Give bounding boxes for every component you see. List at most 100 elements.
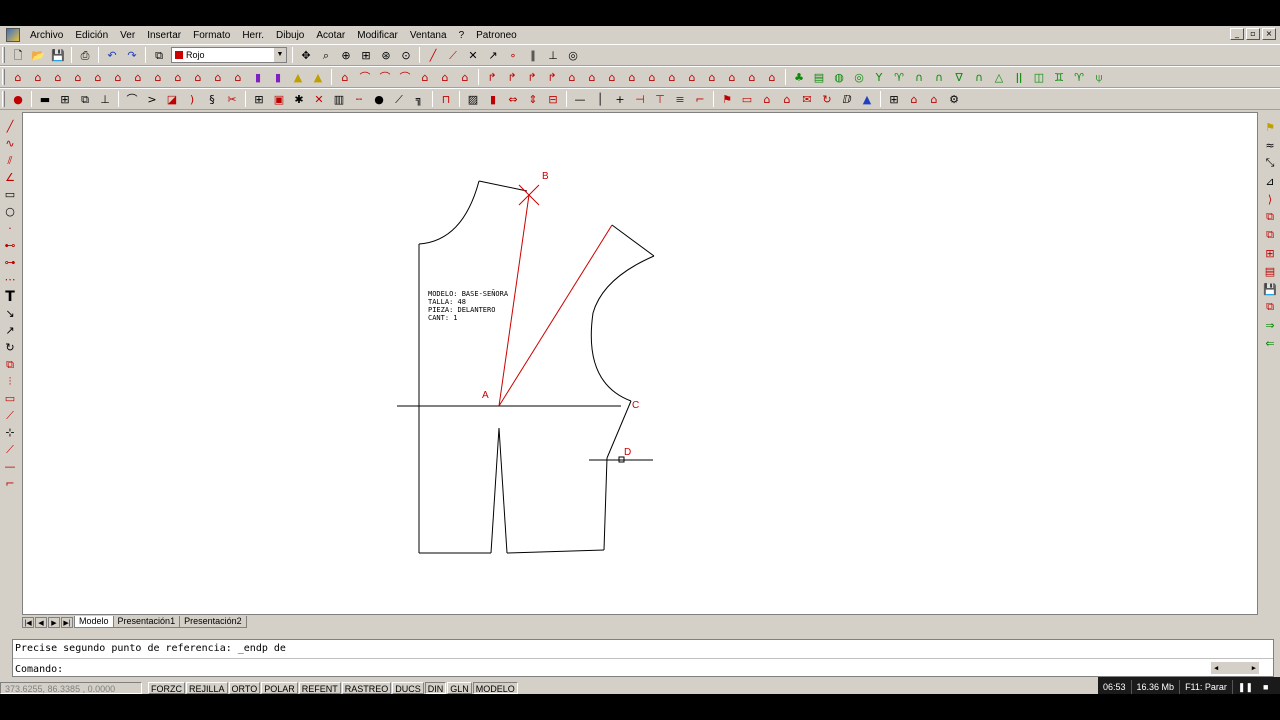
upload-icon[interactable]: ▲	[858, 90, 876, 108]
stretch-icon[interactable]: ⟋	[1, 407, 19, 424]
minus-icon[interactable]: —	[571, 90, 589, 108]
garment-tool-11-icon[interactable]: △	[990, 68, 1008, 86]
toggle-gln[interactable]: GLN	[447, 681, 472, 694]
right-tool-5-icon[interactable]: ⟩	[1261, 190, 1279, 208]
dim-icon[interactable]: ≡	[671, 90, 689, 108]
pattern-tool-6-icon[interactable]: ⌂	[109, 68, 127, 86]
toolbar-grip[interactable]	[2, 91, 5, 107]
pattern-tool-34-icon[interactable]: ⌂	[683, 68, 701, 86]
toolbar-grip[interactable]	[2, 47, 5, 63]
xline-tool-icon[interactable]: ⟋	[444, 46, 462, 64]
break-line-icon[interactable]: —	[1, 458, 19, 475]
pattern-tool-31-icon[interactable]: ⌂	[623, 68, 641, 86]
menu-herr[interactable]: Herr.	[236, 30, 270, 41]
menu-patroneo[interactable]: Patroneo	[470, 30, 523, 41]
pattern-tool-8-icon[interactable]: ⌂	[149, 68, 167, 86]
pattern-tool-1-icon[interactable]: ⌂	[9, 68, 27, 86]
ray-tool-icon[interactable]: ↗	[484, 46, 502, 64]
tab-presentacion1[interactable]: Presentación1	[112, 616, 181, 628]
menu-insertar[interactable]: Insertar	[141, 30, 187, 41]
open-file-icon[interactable]: 📂	[29, 46, 47, 64]
command-scrollbar[interactable]: ◀ ▶	[1211, 662, 1259, 674]
pattern-tool-37-icon[interactable]: ⌂	[743, 68, 761, 86]
frame-icon[interactable]: ▭	[738, 90, 756, 108]
menu-ventana[interactable]: Ventana	[404, 30, 453, 41]
box-diag-icon[interactable]: ◪	[163, 90, 181, 108]
close-button[interactable]: ×	[1262, 28, 1276, 40]
pan-icon[interactable]: ✥	[297, 46, 315, 64]
tab-next-button[interactable]: ▶	[48, 616, 60, 628]
grid-icon[interactable]: ⊞	[56, 90, 74, 108]
mirror-icon[interactable]: ⫶	[1, 373, 19, 390]
pattern-tool-35-icon[interactable]: ⌂	[703, 68, 721, 86]
rect-icon[interactable]: ▣	[270, 90, 288, 108]
table-icon[interactable]: ⊞	[250, 90, 268, 108]
tab-prev-button[interactable]: ◀	[35, 616, 47, 628]
bend-icon[interactable]: ↻	[818, 90, 836, 108]
pattern-tool-29-icon[interactable]: ⌂	[583, 68, 601, 86]
measure-line-icon[interactable]: ⊶	[1, 254, 19, 271]
pattern-tool-18-icon[interactable]: ⌒	[356, 68, 374, 86]
pattern-tool-12-icon[interactable]: ⌂	[229, 68, 247, 86]
swap-icon[interactable]: ⇔	[504, 90, 522, 108]
pattern-tool-14-icon[interactable]: ▮	[269, 68, 287, 86]
envelope-icon[interactable]: ✉	[798, 90, 816, 108]
new-file-icon[interactable]: 🗋	[9, 46, 27, 64]
hatch-icon[interactable]: ▥	[330, 90, 348, 108]
menu-dibujo[interactable]: Dibujo	[270, 30, 310, 41]
line-tool-icon[interactable]: ╱	[424, 46, 442, 64]
menu-edicion[interactable]: Edición	[69, 30, 114, 41]
menu-formato[interactable]: Formato	[187, 30, 236, 41]
pattern-tool-32-icon[interactable]: ⌂	[643, 68, 661, 86]
tag2-icon[interactable]: ⌂	[925, 90, 943, 108]
pattern-tool-15-icon[interactable]: ▲	[289, 68, 307, 86]
hline-icon[interactable]: ▬	[36, 90, 54, 108]
right-tool-8-icon[interactable]: ⊞	[1261, 244, 1279, 262]
right-tool-7-icon[interactable]: ⧉	[1261, 226, 1279, 244]
app-icon[interactable]	[6, 28, 20, 42]
tee-icon[interactable]: ⊥	[96, 90, 114, 108]
hatch-line-icon[interactable]: ⋯	[1, 271, 19, 288]
toggle-refent[interactable]: REFENT	[298, 681, 341, 694]
zoom-all-icon[interactable]: ⊛	[377, 46, 395, 64]
settings-box-icon[interactable]: ⚙	[945, 90, 963, 108]
pattern-tool-19-icon[interactable]: ⌒	[376, 68, 394, 86]
pattern-tool-10-icon[interactable]: ⌂	[189, 68, 207, 86]
toggle-modelo[interactable]: MODELO	[472, 681, 518, 694]
minimize-button[interactable]: _	[1230, 28, 1244, 40]
layers-icon[interactable]: ⧉	[150, 46, 168, 64]
line-icon[interactable]: ╱	[1, 118, 19, 135]
garment-tool-1-icon[interactable]: ♣	[790, 68, 808, 86]
right-tool-11-icon[interactable]: ⧉	[1261, 298, 1279, 316]
tab-last-button[interactable]: ▶|	[61, 616, 73, 628]
divide-icon[interactable]: ⊷	[1, 237, 19, 254]
zoom-realtime-icon[interactable]: ⌕	[317, 46, 335, 64]
rectangle-icon[interactable]: ▭	[1, 186, 19, 203]
house2-icon[interactable]: ⌂	[778, 90, 796, 108]
zoom-previous-icon[interactable]: ⊙	[397, 46, 415, 64]
arc-icon[interactable]: ⌒	[123, 90, 141, 108]
garment-tool-16-icon[interactable]: ⍦	[1090, 68, 1108, 86]
garment-tool-2-icon[interactable]: ▤	[810, 68, 828, 86]
house-icon[interactable]: ⌂	[758, 90, 776, 108]
drawing-canvas[interactable]: B A C D MODELO: BASE-SEÑORA TALLA: 48 PI…	[22, 112, 1258, 615]
menu-help[interactable]: ?	[453, 30, 471, 41]
layer-dropdown[interactable]: Rojo ▼	[171, 47, 287, 63]
snap-settings-icon[interactable]: ◎	[564, 46, 582, 64]
dxf-icon[interactable]: ⅅ	[838, 90, 856, 108]
garment-tool-13-icon[interactable]: ◫	[1030, 68, 1048, 86]
redo-icon[interactable]: ↷	[123, 46, 141, 64]
move-icon[interactable]: ↘	[1, 305, 19, 322]
text-icon[interactable]: T	[1, 288, 19, 305]
right-tool-12-icon[interactable]: ⇒	[1261, 316, 1279, 334]
curve-pair-icon[interactable]: )	[183, 90, 201, 108]
zoom-window-icon[interactable]: ⊕	[337, 46, 355, 64]
right-tool-4-icon[interactable]: ⊿	[1261, 172, 1279, 190]
parallel-icon[interactable]: ⫽	[1, 152, 19, 169]
circle-icon[interactable]: ○	[1, 203, 19, 220]
toggle-polar[interactable]: POLAR	[261, 681, 298, 694]
table2-icon[interactable]: ⊞	[885, 90, 903, 108]
garment-tool-15-icon[interactable]: ♈	[1070, 68, 1088, 86]
pattern-tool-2-icon[interactable]: ⌂	[29, 68, 47, 86]
node-icon[interactable]: ⟋	[390, 90, 408, 108]
